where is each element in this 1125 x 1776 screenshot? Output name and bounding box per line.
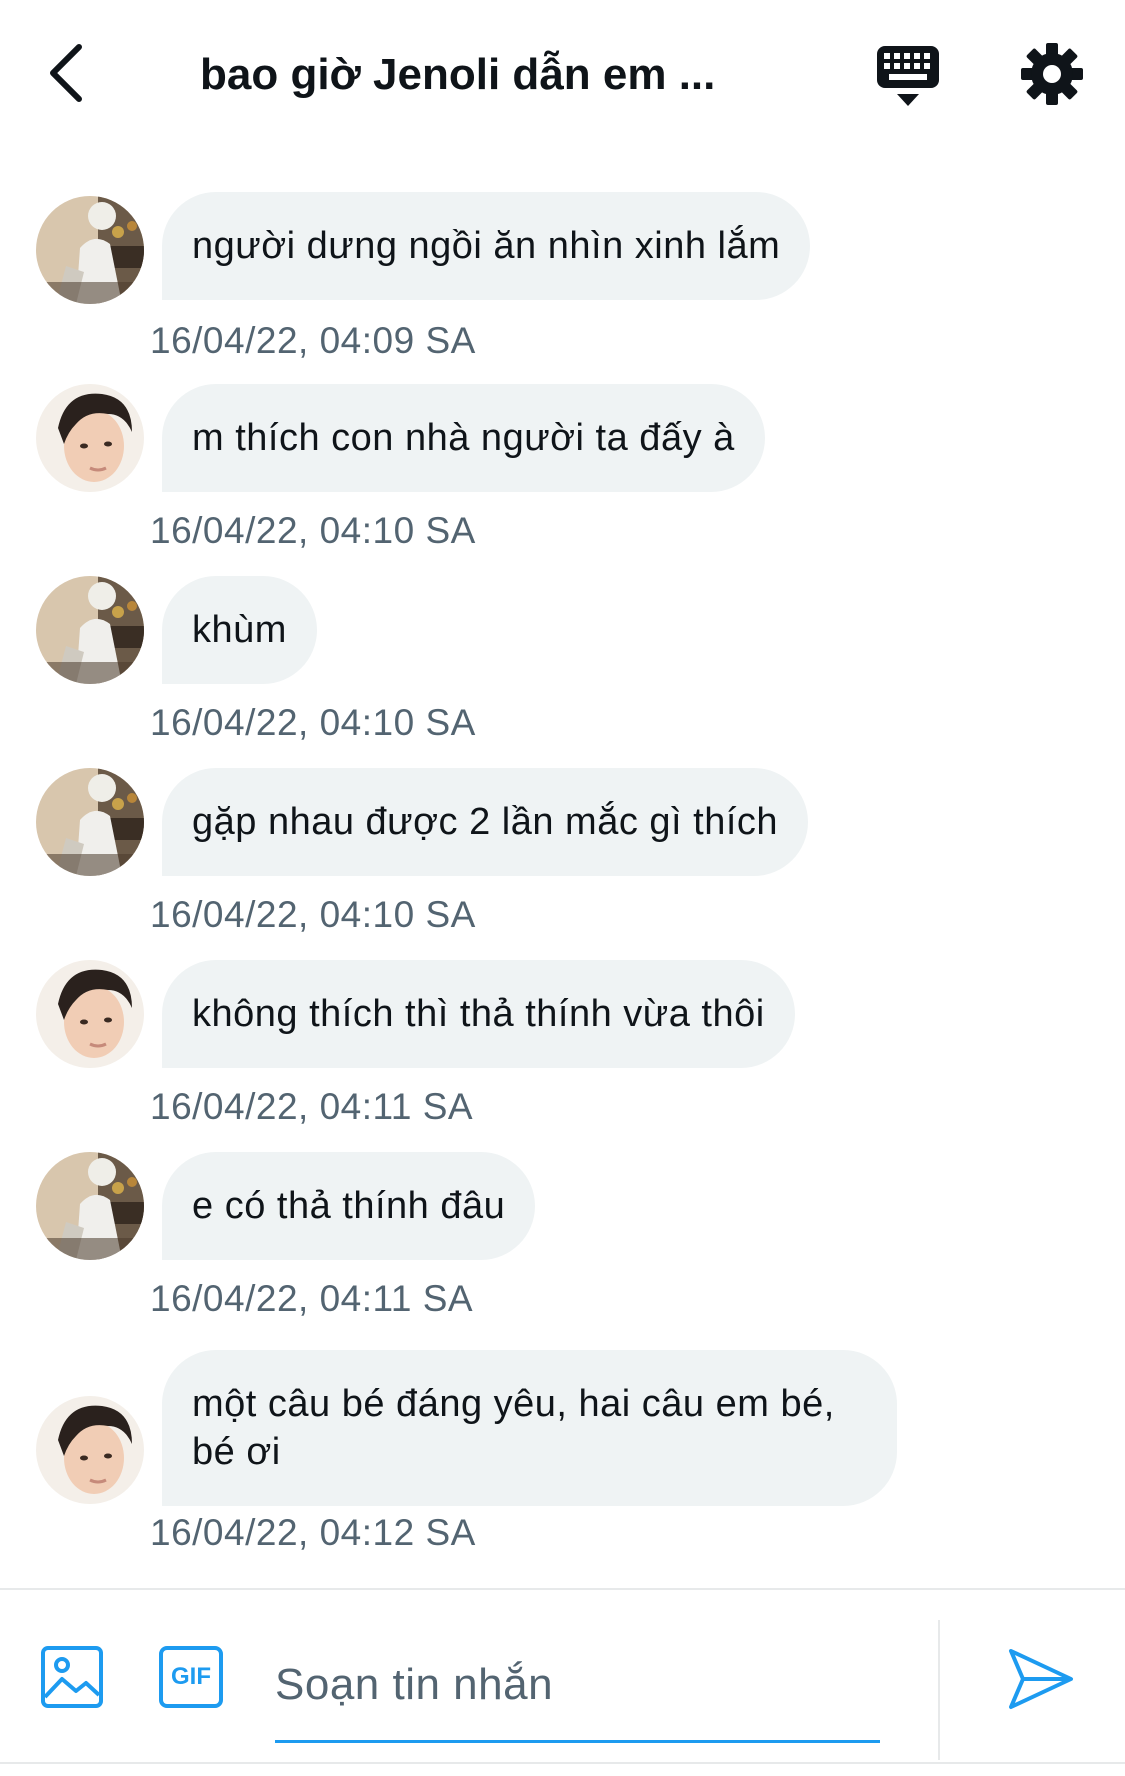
message-text: người dưng ngồi ăn nhìn xinh lắm bbox=[192, 225, 781, 267]
message-bubble[interactable]: khùm bbox=[162, 576, 317, 684]
avatar[interactable] bbox=[36, 384, 144, 492]
message-text: gặp nhau được 2 lần mắc gì thích bbox=[192, 801, 779, 843]
bottom-divider bbox=[0, 1762, 1125, 1764]
message-composer: GIF bbox=[0, 1588, 1125, 1776]
message-item: e có thả thính đâu 16/04/22, 04:11 SA bbox=[0, 1152, 1125, 1332]
add-gif-button[interactable]: GIF bbox=[158, 1645, 224, 1709]
keyboard-shortcuts-button[interactable] bbox=[875, 44, 941, 110]
settings-button[interactable] bbox=[1020, 42, 1084, 106]
message-bubble[interactable]: m thích con nhà người ta đấy à bbox=[162, 384, 765, 492]
message-item: gặp nhau được 2 lần mắc gì thích 16/04/2… bbox=[0, 768, 1125, 948]
message-text: một câu bé đáng yêu, hai câu em bé, bé ơ… bbox=[192, 1383, 835, 1473]
message-text: khùm bbox=[192, 609, 287, 651]
message-text: m thích con nhà người ta đấy à bbox=[192, 417, 735, 459]
message-timestamp: 16/04/22, 04:09 SA bbox=[150, 320, 476, 361]
message-timestamp: 16/04/22, 04:11 SA bbox=[150, 1086, 474, 1127]
image-icon bbox=[41, 1646, 103, 1708]
chat-header: bao giờ Jenoli dẫn em ... bbox=[0, 0, 1125, 150]
avatar[interactable] bbox=[36, 768, 144, 876]
message-input-wrapper bbox=[275, 1630, 880, 1743]
gif-label: GIF bbox=[171, 1663, 211, 1690]
message-item: khùm 16/04/22, 04:10 SA bbox=[0, 576, 1125, 756]
message-item: không thích thì thả thính vừa thôi 16/04… bbox=[0, 960, 1125, 1140]
back-button[interactable] bbox=[40, 38, 90, 108]
message-text: không thích thì thả thính vừa thôi bbox=[192, 993, 765, 1035]
avatar[interactable] bbox=[36, 1396, 144, 1504]
add-image-button[interactable] bbox=[40, 1645, 104, 1709]
send-button[interactable] bbox=[1005, 1645, 1077, 1713]
keyboard-icon bbox=[877, 46, 939, 106]
send-icon bbox=[1009, 1649, 1073, 1709]
message-item: một câu bé đáng yêu, hai câu em bé, bé ơ… bbox=[0, 1350, 1125, 1570]
message-input[interactable] bbox=[275, 1630, 880, 1740]
message-bubble[interactable]: người dưng ngồi ăn nhìn xinh lắm bbox=[162, 192, 811, 300]
message-timestamp: 16/04/22, 04:10 SA bbox=[150, 510, 476, 551]
avatar[interactable] bbox=[36, 960, 144, 1068]
message-timestamp: 16/04/22, 04:10 SA bbox=[150, 702, 476, 743]
gear-icon bbox=[1021, 43, 1083, 105]
message-text: e có thả thính đâu bbox=[192, 1185, 506, 1227]
message-item: m thích con nhà người ta đấy à 16/04/22,… bbox=[0, 384, 1125, 564]
message-timestamp: 16/04/22, 04:12 SA bbox=[150, 1512, 476, 1553]
message-bubble[interactable]: e có thả thính đâu bbox=[162, 1152, 536, 1260]
conversation-title[interactable]: bao giờ Jenoli dẫn em ... bbox=[200, 40, 800, 110]
message-item: người dưng ngồi ăn nhìn xinh lắm 16/04/2… bbox=[0, 192, 1125, 372]
avatar[interactable] bbox=[36, 1152, 144, 1260]
avatar[interactable] bbox=[36, 576, 144, 684]
avatar[interactable] bbox=[36, 196, 144, 304]
message-timestamp: 16/04/22, 04:11 SA bbox=[150, 1278, 474, 1319]
message-bubble[interactable]: không thích thì thả thính vừa thôi bbox=[162, 960, 795, 1068]
message-bubble[interactable]: gặp nhau được 2 lần mắc gì thích bbox=[162, 768, 809, 876]
message-timestamp: 16/04/22, 04:10 SA bbox=[150, 894, 476, 935]
composer-divider bbox=[938, 1620, 940, 1760]
message-bubble[interactable]: một câu bé đáng yêu, hai câu em bé, bé ơ… bbox=[162, 1350, 897, 1506]
chevron-left-icon bbox=[50, 44, 82, 102]
